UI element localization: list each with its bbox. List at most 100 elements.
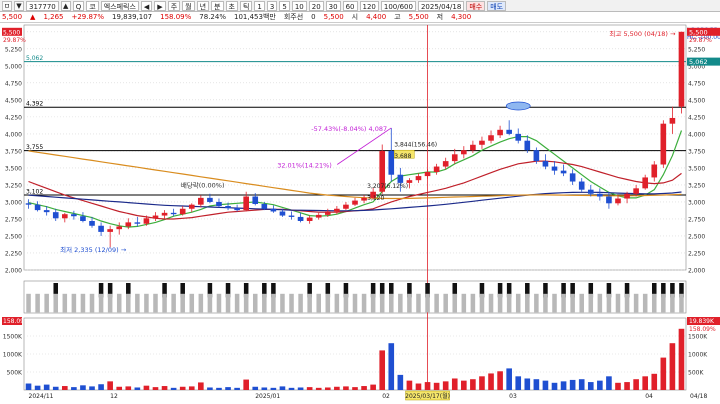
trade-amount: 101,453백만 [234, 13, 276, 21]
candle-body [324, 211, 331, 215]
volume-bar [669, 343, 676, 390]
signal-bar-gray [89, 293, 95, 313]
toolbar-item-15[interactable]: 1 [254, 0, 265, 11]
toolbar-item-5[interactable]: 코 [86, 0, 99, 11]
candle-body [315, 214, 322, 218]
toolbar-item-23[interactable]: 100/600 [380, 0, 416, 11]
signal-bar-gray [597, 293, 603, 313]
toolbar-item-1[interactable]: ▼ [14, 0, 24, 11]
annotation-low: 최저 2,335 (12/09) → [60, 245, 127, 254]
signal-bar-gray [552, 293, 557, 313]
toolbar-item-14[interactable]: 틱 [239, 0, 253, 11]
signal-bar-gray [216, 293, 222, 313]
toolbar-item-24[interactable]: 2025/04/18 [417, 0, 465, 11]
toolbar-item-22[interactable]: 120 [359, 0, 379, 11]
candle-body [25, 203, 32, 205]
signal-bar-gray [389, 293, 394, 313]
toolbar-item-9[interactable]: 주 [167, 0, 181, 11]
volume-bar [252, 386, 259, 390]
toolbar-item-6[interactable]: 엑스페릭스 [100, 0, 139, 11]
toolbar-item-2[interactable]: 317770 [26, 0, 59, 11]
volume-bar [633, 379, 639, 390]
x-label: 02 [382, 393, 390, 400]
toolbar-item-19[interactable]: 20 [308, 0, 324, 11]
toolbar-item-21[interactable]: 60 [342, 0, 358, 11]
toolbar-item-7[interactable]: ◀ [140, 0, 153, 11]
signal-bar-gray [579, 293, 584, 313]
toolbar-item-11[interactable]: 년 [196, 0, 210, 11]
candle-body [279, 211, 286, 216]
signal-bar-gray [633, 293, 639, 313]
candle-body [261, 203, 268, 209]
candle-body [89, 221, 95, 226]
signal-bar-gray [198, 293, 204, 313]
credit-value: 0 [311, 13, 316, 21]
high-value: 5,500 [408, 13, 429, 21]
x-label: 2025/03/17(월) [405, 392, 450, 400]
stock-chart[interactable]: 5,5005,5005,2505,2505,0005,0004,7504,750… [0, 23, 720, 404]
candle-body [551, 166, 558, 171]
open-label: 시 [351, 13, 359, 21]
signal-bar-gray [543, 293, 548, 313]
price-tick-left: 3,250 [5, 182, 22, 189]
toolbar-item-16[interactable]: 3 [266, 0, 278, 11]
volume-bar [442, 381, 449, 390]
toolbar-item-8[interactable]: ▶ [154, 0, 166, 11]
candle-body [461, 150, 467, 155]
volume-bar [288, 387, 295, 390]
toolbar-item-0[interactable]: ㅁ [2, 0, 12, 11]
signal-bar-gray [162, 293, 167, 313]
toolbar-item-13[interactable]: 초 [225, 0, 238, 11]
volume-bar [234, 387, 240, 390]
annotation-small-1: 3,207(6.12%) [367, 183, 408, 190]
signal-bar-gray [425, 293, 430, 313]
price-tick-left: 2,500 [5, 233, 22, 240]
volume-bar [243, 379, 249, 390]
candle-body [116, 226, 123, 230]
volume-bar [116, 386, 123, 390]
toolbar-item-18[interactable]: 10 [291, 0, 307, 11]
candle-body [52, 212, 59, 219]
price-tick-right: 3,750 [688, 148, 705, 155]
volume-bar [261, 387, 268, 390]
price-tick-right: 5,250 [688, 46, 705, 53]
price-tag-level-text: 5,062 [689, 58, 708, 66]
candle-body [651, 164, 658, 178]
toolbar-item-4[interactable]: Q [72, 0, 85, 11]
signal-bar-gray [325, 293, 331, 313]
candle-body [615, 198, 621, 204]
volume-bar [352, 387, 358, 390]
toolbar-item-17[interactable]: 5 [279, 0, 290, 11]
volume-bar [470, 379, 476, 390]
signal-bar-gray [44, 293, 49, 313]
volume-ratio: 158.09% [160, 13, 192, 21]
volume-bar [642, 376, 649, 390]
volume-bar [279, 386, 286, 390]
sell-button[interactable]: 매도 [487, 0, 507, 11]
volume-bar [479, 376, 485, 390]
volume-bar [134, 387, 141, 390]
price-tick-right: 4,250 [688, 114, 705, 121]
candle-body [433, 166, 440, 172]
buy-button[interactable]: 매수 [466, 0, 486, 11]
candle-body [578, 181, 585, 190]
volume-bar [397, 374, 404, 390]
signal-bar-gray [171, 293, 176, 313]
toolbar-item-12[interactable]: 분 [211, 0, 224, 11]
candle-body [161, 212, 168, 216]
signal-bar-gray [443, 293, 448, 313]
toolbar-item-3[interactable]: ▲ [60, 0, 71, 11]
signal-bar-gray [53, 293, 59, 313]
volume-bar [615, 382, 621, 390]
toolbar-item-10[interactable]: 월 [182, 0, 195, 11]
candle-body [533, 150, 540, 162]
price-tick-right: 2,000 [688, 268, 705, 275]
toolbar-item-20[interactable]: 30 [325, 0, 341, 11]
volume-bar [524, 378, 531, 390]
signal-bar-gray [416, 293, 421, 313]
volume-bar [43, 384, 50, 390]
price-tick-right: 4,000 [688, 131, 705, 138]
candle-body [134, 222, 141, 224]
signal-bar-gray [379, 293, 385, 313]
volume-bar [343, 386, 349, 390]
